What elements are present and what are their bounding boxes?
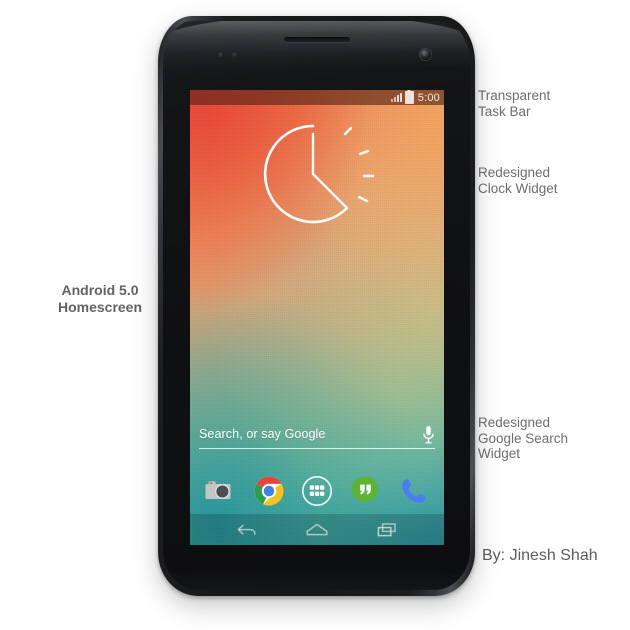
dock-icon-hangouts[interactable] <box>348 474 382 508</box>
camera-icon <box>205 481 231 499</box>
dock-icon-chrome[interactable] <box>252 474 286 508</box>
google-search-widget[interactable]: Search, or say Google <box>199 422 435 450</box>
glass-highlight-bottom <box>163 566 470 590</box>
dock-icon-app-drawer[interactable] <box>300 474 334 508</box>
callout-redesigned-clock-widget: Redesigned Clock Widget <box>478 165 558 196</box>
chrome-icon <box>254 476 284 506</box>
recent-apps-icon <box>377 522 396 536</box>
navigation-bar <box>190 514 444 545</box>
nav-button-recents[interactable] <box>374 520 400 540</box>
clock-widget[interactable] <box>227 112 407 237</box>
front-camera-icon <box>420 49 431 60</box>
dock <box>190 468 444 514</box>
light-sensor-icon <box>232 52 238 58</box>
nav-button-home[interactable] <box>304 520 330 540</box>
phone-screen[interactable]: 5:00 Search, or say Google <box>190 90 444 545</box>
byline-author: By: Jinesh Shah <box>482 547 598 564</box>
back-arrow-icon <box>237 524 256 535</box>
callout-transparent-task-bar: Transparent Task Bar <box>478 88 551 119</box>
status-bar-right-cluster: 5:00 <box>390 91 440 104</box>
caption-android-homescreen: Android 5.0 Homescreen <box>57 282 143 315</box>
phone-device: 5:00 Search, or say Google <box>158 16 475 596</box>
home-dome-icon <box>306 523 328 535</box>
app-drawer-icon <box>301 476 332 506</box>
search-input[interactable]: Search, or say Google <box>199 427 325 441</box>
status-bar[interactable]: 5:00 <box>190 90 444 105</box>
signal-bars-icon <box>390 93 402 102</box>
callout-redesigned-google-search-widget: Redesigned Google Search Widget <box>478 415 569 461</box>
status-bar-clock: 5:00 <box>417 91 440 104</box>
dock-icon-camera[interactable] <box>203 474 237 508</box>
search-row[interactable]: Search, or say Google <box>199 422 435 446</box>
phone-handset-icon <box>401 479 426 503</box>
proximity-sensor-icon <box>218 52 224 58</box>
analog-clock-icon <box>263 124 375 224</box>
dock-icon-phone[interactable] <box>397 474 431 508</box>
nav-button-back[interactable] <box>234 520 260 540</box>
search-underline <box>199 448 435 449</box>
microphone-icon[interactable] <box>422 425 435 444</box>
hangouts-icon <box>352 476 379 506</box>
earpiece-speaker <box>283 37 350 42</box>
glass-highlight <box>163 21 470 69</box>
battery-icon <box>404 91 414 104</box>
